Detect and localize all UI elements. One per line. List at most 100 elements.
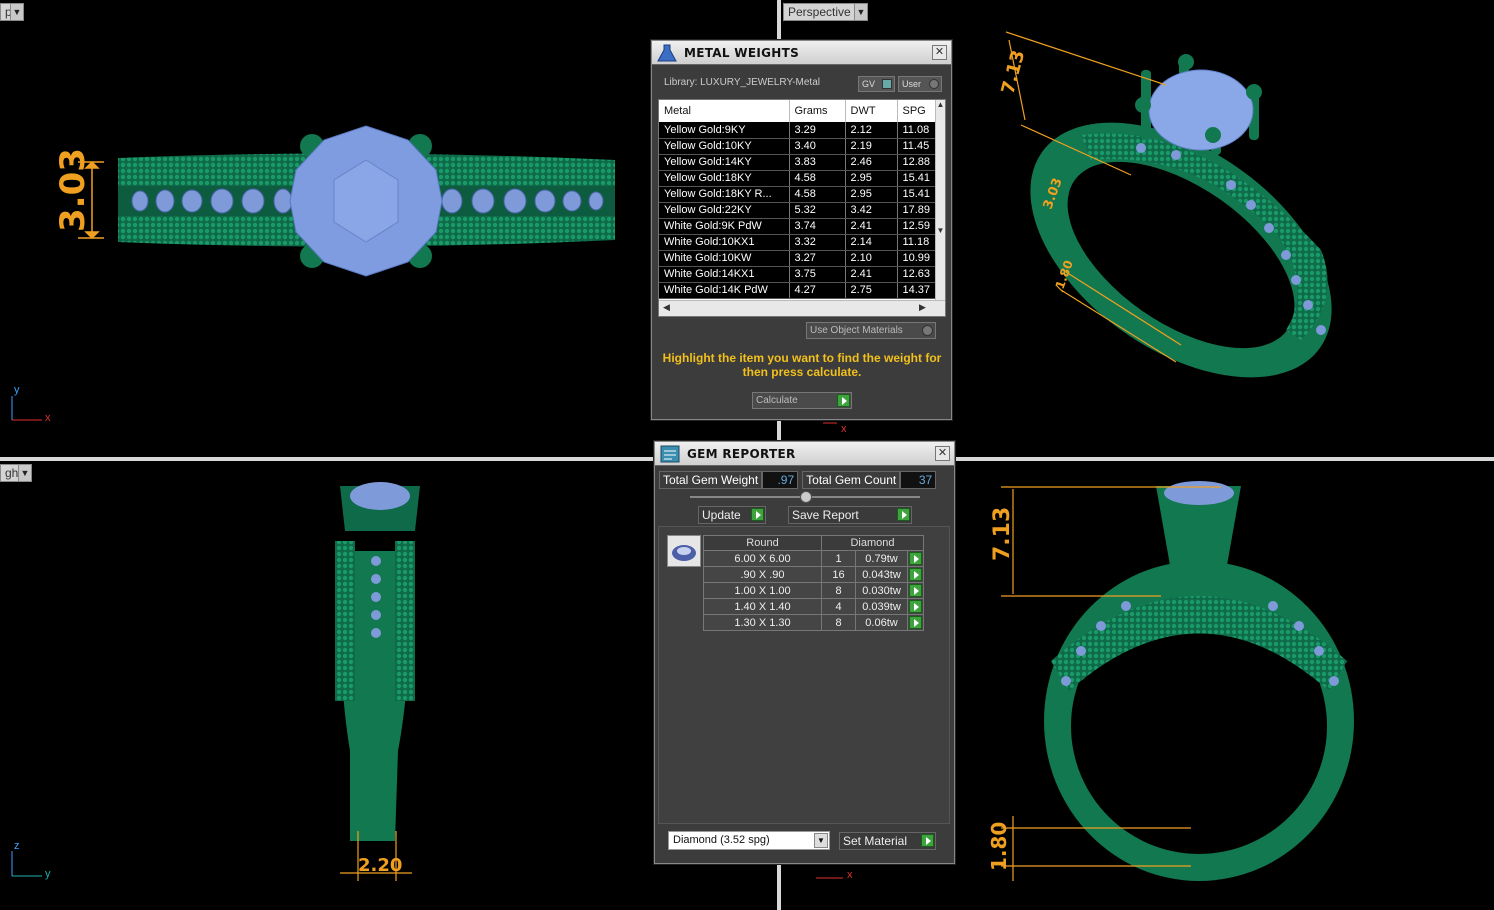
gem-count: 1: [821, 550, 856, 567]
table-cell: 2.41: [845, 266, 898, 283]
axis-y-label: y: [45, 868, 51, 880]
material-header: Diamond: [821, 535, 924, 551]
gem-row[interactable]: 1.40 X 1.40 4 0.039tw: [703, 598, 924, 615]
table-cell: White Gold:14KX1: [659, 266, 790, 283]
report-icon: [660, 445, 680, 462]
save-report-button[interactable]: Save Report: [788, 506, 912, 524]
table-row[interactable]: White Gold:10KX1 3.32 2.14 11.18: [659, 234, 938, 251]
use-object-materials-toggle[interactable]: Use Object Materials: [806, 322, 936, 339]
table-row[interactable]: White Gold:10KW 3.27 2.10 10.99: [659, 250, 938, 267]
gem-totals: Total Gem Weight .97 Total Gem Count 37: [659, 471, 937, 489]
metal-table[interactable]: Metal Grams DWT SPG Yellow Gold:9KY 3.29 2.12…: [658, 99, 946, 317]
set-material-button[interactable]: Set Material: [839, 832, 936, 850]
table-cell: 4.27: [789, 282, 846, 299]
metal-weights-titlebar[interactable]: METAL WEIGHTS ✕: [652, 41, 951, 65]
gem-reporter-titlebar[interactable]: GEM REPORTER ✕: [655, 442, 954, 466]
toggle-knob-icon: [929, 79, 939, 89]
update-button[interactable]: Update: [698, 506, 766, 524]
gem-count: 16: [821, 566, 856, 583]
gem-count: 8: [821, 614, 856, 631]
scroll-right-icon[interactable]: ▶: [919, 302, 926, 313]
column-header[interactable]: SPG: [897, 100, 938, 122]
splitter-handle-icon[interactable]: [800, 491, 812, 503]
column-header[interactable]: Metal: [659, 100, 790, 122]
select-gem-button[interactable]: [907, 614, 924, 631]
gv-toggle-label: GV: [862, 79, 876, 89]
horizontal-scrollbar[interactable]: ◀ ▶: [659, 300, 945, 316]
gem-weight: 0.06tw: [855, 614, 908, 631]
table-cell: 15.41: [897, 170, 938, 187]
column-header[interactable]: Grams: [789, 100, 846, 122]
select-gem-button[interactable]: [907, 566, 924, 583]
table-row[interactable]: White Gold:9K PdW 3.74 2.41 12.59: [659, 218, 938, 235]
user-toggle-label: User: [902, 79, 922, 89]
table-cell: 5.32: [789, 202, 846, 219]
gem-row[interactable]: 1.00 X 1.00 8 0.030tw: [703, 582, 924, 599]
table-cell: 2.12: [845, 122, 898, 139]
gem-count: 4: [821, 598, 856, 615]
gem-row[interactable]: 1.30 X 1.30 8 0.06tw: [703, 614, 924, 631]
table-cell: 10.99: [897, 250, 938, 267]
table-row[interactable]: Yellow Gold:18KY 4.58 2.95 15.41: [659, 170, 938, 187]
user-toggle[interactable]: User: [898, 76, 942, 92]
axis-y-label: y: [14, 384, 20, 396]
chevron-down-icon[interactable]: ▼: [814, 833, 828, 848]
play-arrow-icon: [909, 600, 922, 613]
flask-icon: [657, 44, 677, 61]
play-arrow-icon: [837, 394, 850, 407]
gem-weight: 0.030tw: [855, 582, 908, 599]
scroll-left-icon[interactable]: ◀: [663, 302, 670, 313]
table-cell: Yellow Gold:22KY: [659, 202, 790, 219]
table-cell: 11.18: [897, 234, 938, 251]
metal-weights-dialog: METAL WEIGHTS ✕ Library: LUXURY_JEWELRY-…: [651, 40, 952, 420]
table-cell: 2.19: [845, 138, 898, 155]
dimension-front-height: 7.13: [990, 507, 1015, 561]
table-cell: 2.10: [845, 250, 898, 267]
axis-x-label: x: [847, 869, 853, 881]
select-gem-button[interactable]: [907, 582, 924, 599]
close-icon[interactable]: ✕: [932, 45, 947, 60]
gem-size: 1.00 X 1.00: [703, 582, 822, 599]
total-gem-count-label: Total Gem Count: [802, 471, 901, 489]
table-cell: Yellow Gold:18KY: [659, 170, 790, 187]
calculate-button[interactable]: Calculate: [752, 392, 852, 409]
play-arrow-icon: [751, 508, 764, 521]
close-icon[interactable]: ✕: [935, 446, 950, 461]
table-cell: 17.89: [897, 202, 938, 219]
table-row[interactable]: Yellow Gold:18KY R... 4.58 2.95 15.41: [659, 186, 938, 203]
table-row[interactable]: White Gold:14K PdW 4.27 2.75 14.37: [659, 282, 938, 299]
table-row[interactable]: Yellow Gold:22KY 5.32 3.42 17.89: [659, 202, 938, 219]
select-gem-button[interactable]: [907, 550, 924, 567]
total-gem-weight-value: .97: [762, 471, 799, 489]
axis-x-label: x: [841, 423, 847, 435]
table-cell: 4.58: [789, 170, 846, 187]
table-row[interactable]: Yellow Gold:9KY 3.29 2.12 11.08: [659, 122, 938, 139]
table-cell: 12.88: [897, 154, 938, 171]
gem-weight: 0.79tw: [855, 550, 908, 567]
table-row[interactable]: White Gold:14KX1 3.75 2.41 12.63: [659, 266, 938, 283]
shape-header: Round: [703, 535, 822, 551]
gem-row[interactable]: .90 X .90 16 0.043tw: [703, 566, 924, 583]
gem-weight: 0.039tw: [855, 598, 908, 615]
table-row[interactable]: Yellow Gold:10KY 3.40 2.19 11.45: [659, 138, 938, 155]
axis-z-label: z: [14, 840, 20, 852]
material-select[interactable]: Diamond (3.52 spg) ▼: [668, 831, 830, 850]
instruction-text: Highlight the item you want to find the …: [662, 351, 942, 379]
select-gem-button[interactable]: [907, 598, 924, 615]
gem-row[interactable]: 6.00 X 6.00 1 0.79tw: [703, 550, 924, 567]
play-arrow-icon: [909, 616, 922, 629]
gem-count: 8: [821, 582, 856, 599]
material-select-value: Diamond (3.52 spg): [673, 834, 770, 846]
table-cell: Yellow Gold:14KY: [659, 154, 790, 171]
total-gem-weight-label: Total Gem Weight: [659, 471, 763, 489]
column-header[interactable]: DWT: [845, 100, 898, 122]
round-diamond-icon[interactable]: [667, 535, 701, 567]
table-cell: Yellow Gold:18KY R...: [659, 186, 790, 203]
play-arrow-icon: [909, 584, 922, 597]
gem-list[interactable]: Round Diamond 6.00 X 6.00 1 0.79tw .90 X .9…: [658, 526, 950, 824]
vertical-scrollbar[interactable]: ▲ ▼: [935, 100, 945, 300]
table-cell: 12.63: [897, 266, 938, 283]
gv-toggle[interactable]: GV: [858, 76, 895, 92]
dimension-right-width: 2.20: [358, 855, 402, 876]
table-row[interactable]: Yellow Gold:14KY 3.83 2.46 12.88: [659, 154, 938, 171]
